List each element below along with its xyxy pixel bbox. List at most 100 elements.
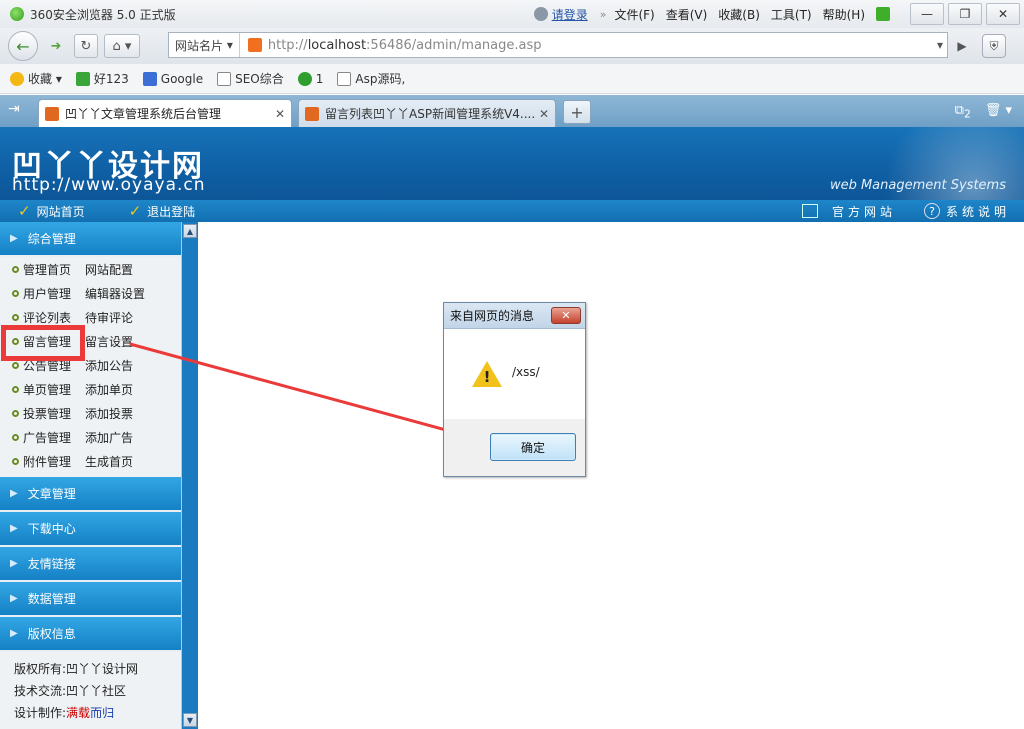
tab-close-icon[interactable]: ✕ <box>539 107 549 121</box>
dialog-ok-button[interactable]: 确定 <box>490 433 576 461</box>
owner-label: 版权所有: <box>14 662 67 676</box>
menu-link[interactable]: 添加投票 <box>85 405 133 422</box>
menu-link[interactable]: 单页管理 <box>23 381 83 398</box>
scroll-up-icon[interactable]: ▲ <box>183 224 197 238</box>
site-toolbar: ✓ 网站首页 ✓ 退出登陆 官方网站 ? 系统说明 <box>0 200 1024 222</box>
home-button[interactable]: ⌂ ▾ <box>104 34 140 58</box>
login-link[interactable]: 请登录 <box>533 6 588 23</box>
security-shield-icon[interactable]: ⛨ <box>982 34 1006 58</box>
logout-link[interactable]: ✓ 退出登陆 <box>129 202 196 220</box>
general-menu: 管理首页 网站配置 用户管理 编辑器设置 评论列表 待审评论 留言管理 留言设置 公告管… <box>0 257 181 477</box>
menu-link[interactable]: 生成首页 <box>85 453 133 470</box>
admin-sidebar: ▶ 综合管理 管理首页 网站配置 用户管理 编辑器设置 评论列表 待审评论 留言管理留… <box>0 222 182 729</box>
menu-link[interactable]: 附件管理 <box>23 453 83 470</box>
menu-link[interactable]: 待审评论 <box>85 309 133 326</box>
menu-link[interactable]: 添加广告 <box>85 429 133 446</box>
menu-link[interactable]: 添加单页 <box>85 381 133 398</box>
dialog-close-button[interactable]: ✕ <box>551 307 581 324</box>
tab-close-icon[interactable]: ✕ <box>275 107 285 121</box>
close-window-button[interactable]: ✕ <box>986 3 1020 25</box>
forward-button[interactable]: ➜ <box>44 34 68 58</box>
section-label: 下载中心 <box>27 522 76 536</box>
tab-bar-right: ⧉2 🗑 ▾ <box>955 103 1012 121</box>
go-button[interactable]: ▶ <box>952 36 972 56</box>
fav-seo[interactable]: SEO综合 <box>217 70 284 87</box>
section-data[interactable]: ▶ 数据管理 <box>0 582 181 617</box>
sidebar-toggle-icon[interactable]: ⇥ <box>8 101 20 117</box>
play-arrow-icon: ▶ <box>10 558 18 569</box>
skin-shirt-icon[interactable] <box>876 7 890 21</box>
fav-collect-label: 收藏 <box>28 72 53 86</box>
menu-favorites[interactable]: 收藏(B) <box>718 6 760 23</box>
tab-admin[interactable]: 凹丫丫文章管理系统后台管理 ✕ <box>38 99 292 127</box>
section-links[interactable]: ▶ 友情链接 <box>0 547 181 582</box>
page-icon <box>217 71 232 86</box>
fav-asp-label: Asp源码, <box>355 72 406 86</box>
menu-link[interactable]: 评论列表 <box>23 309 83 326</box>
menu-link[interactable]: 广告管理 <box>23 429 83 446</box>
new-tab-button[interactable]: + <box>563 100 591 124</box>
site-card-dropdown[interactable]: 网站名片 ▾ <box>169 33 240 57</box>
design-value-a[interactable]: 满载 <box>66 706 90 720</box>
fav-collect[interactable]: 收藏 ▾ <box>10 70 62 87</box>
back-button[interactable]: ← <box>8 31 38 61</box>
menu-link[interactable]: 投票管理 <box>23 405 83 422</box>
bullet-icon <box>12 409 19 417</box>
menu-link[interactable]: 用户管理 <box>23 285 83 302</box>
address-bar[interactable]: 网站名片 ▾ http://localhost:56486/admin/mana… <box>168 32 948 58</box>
menu-link[interactable]: 网站配置 <box>85 261 133 278</box>
dialog-title: 来自网页的消息 <box>450 309 535 323</box>
bullet-icon <box>12 457 19 465</box>
menu-view[interactable]: 查看(V) <box>666 6 708 23</box>
warning-exclamation: ! <box>483 368 491 386</box>
check-icon: ✓ <box>128 202 142 220</box>
window-count-icon[interactable]: ⧉2 <box>955 103 971 121</box>
fav-hao123[interactable]: 好123 <box>75 70 129 87</box>
fav-asp[interactable]: Asp源码, <box>337 70 405 87</box>
toolbar-right: 官方网站 ? 系统说明 <box>801 200 1010 222</box>
trash-icon[interactable]: 🗑 ▾ <box>985 103 1012 121</box>
play-arrow-icon: ▶ <box>10 233 18 244</box>
sidebar-scrollbar[interactable]: ▲ ▼ <box>182 222 198 729</box>
menu-file[interactable]: 文件(F) <box>614 6 654 23</box>
check-icon: ✓ <box>18 202 31 220</box>
menu-tools[interactable]: 工具(T) <box>771 6 812 23</box>
system-help-link[interactable]: 系统说明 <box>946 203 1010 220</box>
section-copyright[interactable]: ▶ 版权信息 <box>0 617 181 652</box>
star-icon <box>10 71 24 86</box>
minimize-button[interactable]: — <box>910 3 944 25</box>
tab-guestbook[interactable]: 留言列表凹丫丫ASP新闻管理系统V4.... ✕ <box>298 99 556 127</box>
site-home-link[interactable]: ✓ 网站首页 <box>18 202 85 220</box>
fav-google[interactable]: Google <box>142 71 203 86</box>
play-arrow-icon: ▶ <box>10 628 18 639</box>
section-general[interactable]: ▶ 综合管理 <box>0 222 181 257</box>
menu-link[interactable]: 管理首页 <box>23 261 83 278</box>
design-value-b[interactable]: 而归 <box>90 706 114 720</box>
fav-one[interactable]: 1 <box>297 71 324 86</box>
menu-row: 用户管理 编辑器设置 <box>0 281 181 305</box>
menu-link[interactable]: 留言设置 <box>85 333 133 350</box>
address-dropdown-icon[interactable]: ▾ <box>937 38 943 52</box>
google-icon <box>142 71 157 86</box>
menu-link[interactable]: 编辑器设置 <box>85 285 145 302</box>
menu-help[interactable]: 帮助(H) <box>823 6 865 23</box>
dialog-message: /xss/ <box>512 365 540 379</box>
menu-link[interactable]: 添加公告 <box>85 357 133 374</box>
dialog-body: ! /xss/ <box>444 329 585 419</box>
url-text[interactable]: http://localhost:56486/admin/manage.asp <box>268 38 542 53</box>
fav-hao123-label: 好123 <box>93 72 129 86</box>
user-icon <box>533 7 548 21</box>
fav-one-label: 1 <box>315 71 324 86</box>
section-downloads[interactable]: ▶ 下载中心 <box>0 512 181 547</box>
official-site-link[interactable]: 官方网站 <box>832 203 896 220</box>
login-label[interactable]: 请登录 <box>552 6 588 23</box>
scroll-down-icon[interactable]: ▼ <box>183 713 197 727</box>
browser-title: 360安全浏览器 5.0 正式版 <box>30 7 176 22</box>
restore-button[interactable]: ❐ <box>948 3 982 25</box>
refresh-button[interactable]: ↻ <box>74 34 98 58</box>
section-articles[interactable]: ▶ 文章管理 <box>0 477 181 512</box>
url-prefix: http:// <box>267 37 308 53</box>
menu-row: 投票管理 添加投票 <box>0 401 181 425</box>
copyright-info: 版权所有:凹丫丫设计网 技术交流:凹丫丫社区 设计制作:满载而归 <box>0 652 181 724</box>
copyright-owner-line: 版权所有:凹丫丫设计网 <box>14 658 181 680</box>
